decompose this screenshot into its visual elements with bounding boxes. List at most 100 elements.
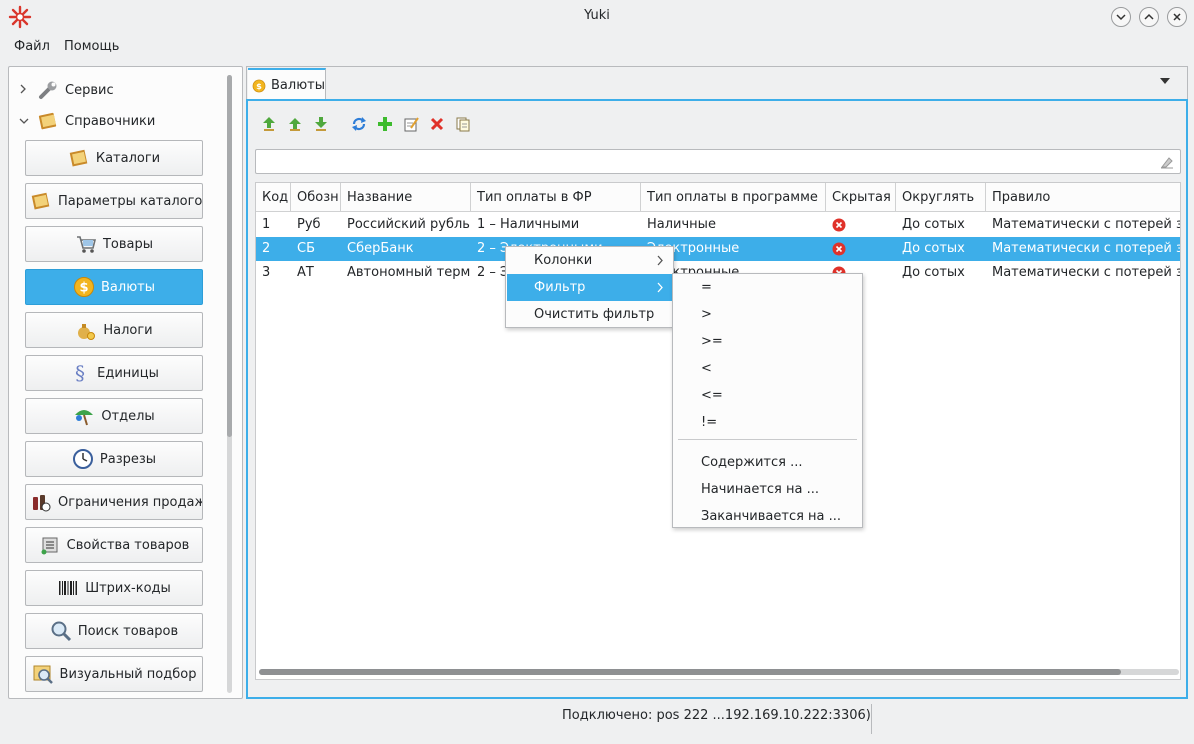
menu-file[interactable]: Файл [14,39,50,54]
hidden-false-icon [832,242,846,256]
filter-op-less[interactable]: < [674,355,861,382]
book-icon [38,112,57,130]
sidebar-button-currencies[interactable]: $ Валюты [25,269,203,305]
refresh-button[interactable] [348,113,370,135]
cell-abbr: СБ [297,241,315,256]
column-header-prog-type[interactable]: Тип оплаты в программе [641,183,826,212]
edit-button[interactable] [400,113,422,135]
export-icon [289,118,301,131]
filter-op-equals[interactable]: = [674,274,861,301]
column-header-name[interactable]: Название [341,183,471,212]
sidebar-button-sales-restrictions[interactable]: Ограничения продаж [25,484,203,520]
menu-item-label: Очистить фильтр [534,307,655,322]
filter-input[interactable] [255,149,1181,174]
catalog-params-icon [31,192,50,210]
tab-label: Валюты [271,78,325,93]
add-button[interactable] [374,113,396,135]
close-icon [1173,13,1181,21]
table-row[interactable]: 1 Руб Российский рубль 1 – Наличными Нал… [256,213,1180,237]
menu-item-clear-filter[interactable]: Очистить фильтр [507,301,672,328]
import-icon [263,117,275,131]
table-scrollbar-thumb[interactable] [259,669,1121,675]
sidebar-button-catalog-params[interactable]: Параметры каталогов [25,183,203,219]
sidebar-button-goods-properties[interactable]: Свойства товаров [25,527,203,563]
sidebar-button-taxes[interactable]: Налоги [25,312,203,348]
chevron-down-icon [19,114,31,128]
maximize-button[interactable] [1139,7,1159,27]
delete-button[interactable] [426,113,448,135]
cell-round: До сотых [902,217,965,232]
units-icon: § [75,362,85,384]
column-header-abbr[interactable]: Обозн [291,183,341,212]
properties-icon [41,537,58,555]
cell-hidden [826,213,896,237]
copy-icon [456,117,470,132]
clear-filter-icon[interactable] [1160,155,1174,169]
menu-item-label: Колонки [534,253,593,268]
chevron-down-icon [1116,14,1126,21]
chevron-up-icon [1144,13,1154,20]
sidebar-scrollbar-thumb[interactable] [227,75,232,437]
sidebar-button-label: Единицы [97,365,159,381]
tree-item-service[interactable]: Сервис [19,77,114,103]
sidebar-button-catalogs[interactable]: Каталоги [25,140,203,176]
tab-list-menu-icon[interactable] [1159,76,1171,86]
sidebar-button-visual-picker[interactable]: Визуальный подбор [25,656,203,692]
filter-op-ends-with[interactable]: Заканчивается на ... [674,503,861,530]
close-button[interactable] [1167,7,1187,27]
column-header-round[interactable]: Округлять [896,183,986,212]
filter-op-greater-equal[interactable]: >= [674,328,861,355]
tab-currencies[interactable]: $ Валюты [248,68,326,101]
minimize-button[interactable] [1111,7,1131,27]
column-header-code[interactable]: Код [256,183,291,212]
tree-item-references[interactable]: Справочники [19,108,155,134]
menu-item-filter[interactable]: Фильтр [507,274,672,301]
column-header-rule[interactable]: Правило [986,183,1180,212]
sidebar-button-sections[interactable]: Разрезы [25,441,203,477]
cell-round: До сотых [902,265,965,280]
export-button[interactable] [284,113,306,135]
filter-op-less-equal[interactable]: <= [674,382,861,409]
filter-op-contains[interactable]: Содержится ... [674,449,861,476]
filter-op-greater[interactable]: > [674,301,861,328]
add-icon [378,117,392,131]
table-row-selected[interactable]: 2 СБ СберБанк 2 – Электронными Электронн… [256,237,1180,261]
sidebar-button-goods-search[interactable]: Поиск товаров [25,613,203,649]
table-horizontal-scrollbar[interactable] [259,669,1179,675]
sidebar-button-goods[interactable]: Товары [25,226,203,262]
cell-code: 3 [262,265,271,280]
filter-op-starts-with[interactable]: Начинается на ... [674,476,861,503]
column-header-fr-type[interactable]: Тип оплаты в ФР [471,183,641,212]
sidebar-button-label: Параметры каталогов [58,193,203,209]
menu-separator [678,439,857,440]
cart-icon [76,236,96,253]
edit-icon [404,117,419,132]
chevron-right-icon [657,282,663,293]
title-bar: Yuki [0,0,1194,33]
cell-code: 2 [262,241,271,256]
sidebar-button-departments[interactable]: Отделы [25,398,203,434]
menu-help[interactable]: Помощь [64,39,119,54]
copy-button[interactable] [452,113,474,135]
column-header-hidden[interactable]: Скрытая [826,183,896,212]
chevron-right-icon [657,255,663,266]
toolbar-separator [336,113,344,135]
download-button[interactable] [310,113,332,135]
clock-icon [72,449,93,469]
delete-icon [430,117,444,131]
sidebar-button-barcodes[interactable]: Штрих-коды [25,570,203,606]
sidebar-scrollbar[interactable] [227,75,232,693]
import-button[interactable] [258,113,280,135]
svg-text:$: $ [79,281,88,296]
sidebar-button-units[interactable]: § Единицы [25,355,203,391]
table-header: Код Обозн Название Тип оплаты в ФР Тип о… [256,183,1180,212]
sidebar: Сервис Справочники Каталоги Параметры ка… [8,66,243,699]
cell-abbr: АТ [297,265,314,280]
cell-rule: Математически с потерей зн [992,217,1181,232]
wrench-icon [39,81,57,99]
filter-op-not-equal[interactable]: != [674,409,861,436]
context-menu: Колонки Фильтр Очистить фильтр [505,246,674,328]
sidebar-button-label: Каталоги [95,150,161,166]
svg-text:$: $ [256,80,262,90]
menu-item-columns[interactable]: Колонки [507,247,672,274]
